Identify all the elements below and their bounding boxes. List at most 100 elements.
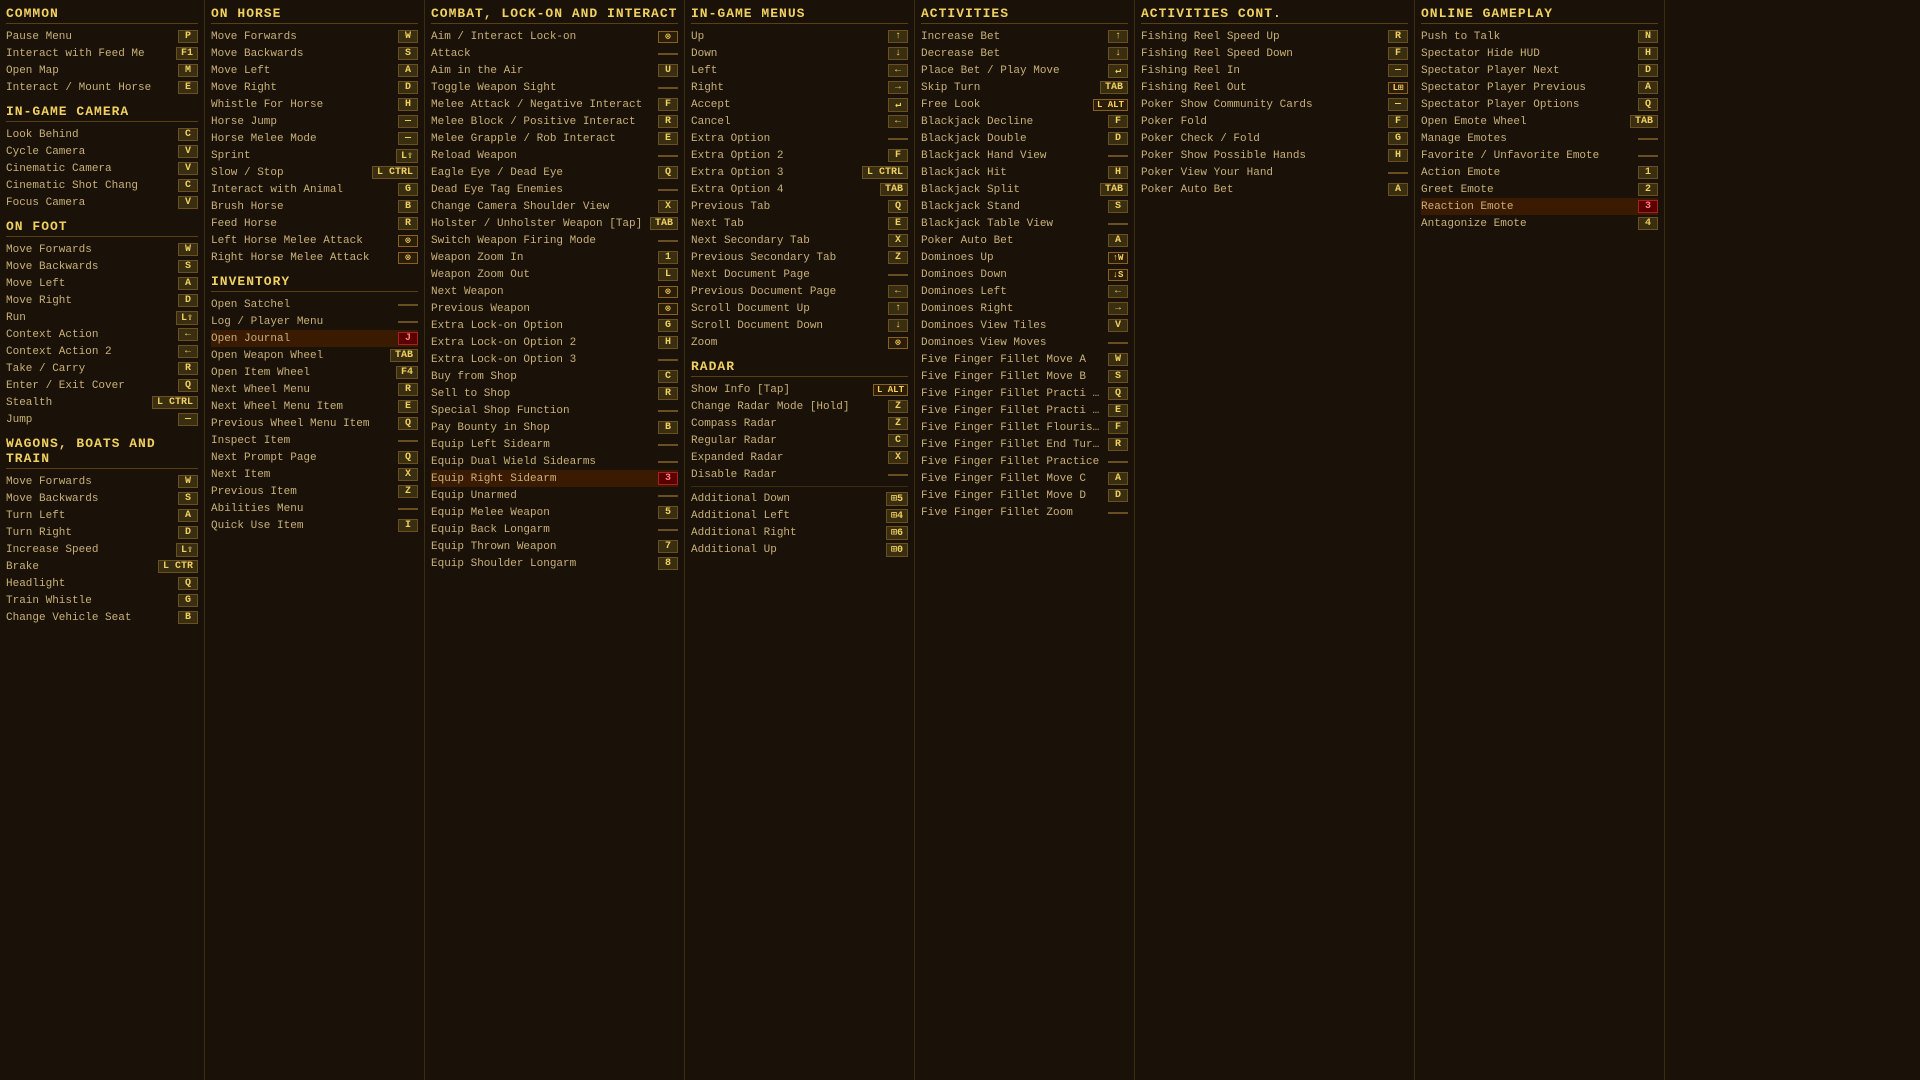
list-item: Open Emote Wheel TAB bbox=[1421, 113, 1658, 130]
list-item: Cinematic Camera V bbox=[6, 160, 198, 177]
list-item: Five Finger Fillet Practi Left Q bbox=[921, 385, 1128, 402]
list-item: Move Right D bbox=[6, 292, 198, 309]
list-item: Place Bet / Play Move ↵ bbox=[921, 62, 1128, 79]
header-ingame-menus: In-Game Menus bbox=[691, 6, 908, 24]
list-item: Slow / Stop L CTRL bbox=[211, 164, 418, 181]
list-item: Equip Dual Wield Sidearms bbox=[431, 453, 678, 470]
list-item: Next Wheel Menu R bbox=[211, 381, 418, 398]
header-activities: Activities bbox=[921, 6, 1128, 24]
column-online: Online Gameplay Push to Talk N Spectator… bbox=[1415, 0, 1665, 1080]
list-item: Five Finger Fillet Move B S bbox=[921, 368, 1128, 385]
list-item: Equip Thrown Weapon 7 bbox=[431, 538, 678, 555]
list-item: Equip Right Sidearm 3 bbox=[431, 470, 678, 487]
list-item: Five Finger Fillet End Turn/At R bbox=[921, 436, 1128, 453]
list-item: Focus Camera V bbox=[6, 194, 198, 211]
list-item: Previous Tab Q bbox=[691, 198, 908, 215]
list-item: Melee Attack / Negative Interact F bbox=[431, 96, 678, 113]
list-item: Dominoes Right → bbox=[921, 300, 1128, 317]
list-item: Turn Left A bbox=[6, 507, 198, 524]
list-item: Skip Turn TAB bbox=[921, 79, 1128, 96]
list-item: Manage Emotes bbox=[1421, 130, 1658, 147]
list-item: Next Wheel Menu Item E bbox=[211, 398, 418, 415]
list-item: Dominoes Up ↑W bbox=[921, 249, 1128, 266]
list-item: Special Shop Function bbox=[431, 402, 678, 419]
header-on-foot: On Foot bbox=[6, 219, 198, 237]
list-item: Take / Carry R bbox=[6, 360, 198, 377]
list-item: Compass Radar Z bbox=[691, 415, 908, 432]
list-item: Change Radar Mode [Hold] Z bbox=[691, 398, 908, 415]
list-item: Open Weapon Wheel TAB bbox=[211, 347, 418, 364]
list-item: Spectator Hide HUD H bbox=[1421, 45, 1658, 62]
list-item: Attack bbox=[431, 45, 678, 62]
header-combat: Combat, Lock-On and Interact bbox=[431, 6, 678, 24]
list-item: Jump — bbox=[6, 411, 198, 428]
list-item: Next Weapon ⊙ bbox=[431, 283, 678, 300]
list-item: Next Document Page bbox=[691, 266, 908, 283]
list-item: Dominoes Down ↓S bbox=[921, 266, 1128, 283]
list-item: Additional Down ⊞5 bbox=[691, 490, 908, 507]
list-item: Equip Shoulder Longarm 8 bbox=[431, 555, 678, 572]
list-item: Disable Radar bbox=[691, 466, 908, 483]
column-activities: Activities Increase Bet ↑ Decrease Bet ↓… bbox=[915, 0, 1135, 1080]
list-item: Zoom ⊙ bbox=[691, 334, 908, 351]
list-item: Blackjack Stand S bbox=[921, 198, 1128, 215]
list-item: Previous Secondary Tab Z bbox=[691, 249, 908, 266]
list-item: Dominoes View Tiles V bbox=[921, 317, 1128, 334]
list-item: Extra Lock-on Option 3 bbox=[431, 351, 678, 368]
list-item: Regular Radar C bbox=[691, 432, 908, 449]
list-item: Previous Item Z bbox=[211, 483, 418, 500]
list-item: Melee Grapple / Rob Interact E bbox=[431, 130, 678, 147]
list-item: Open Journal J bbox=[211, 330, 418, 347]
list-item: Pay Bounty in Shop B bbox=[431, 419, 678, 436]
list-item: Move Left A bbox=[211, 62, 418, 79]
list-item: Poker Show Community Cards — bbox=[1141, 96, 1408, 113]
list-item: Reload Weapon bbox=[431, 147, 678, 164]
list-item: Log / Player Menu bbox=[211, 313, 418, 330]
list-item: Horse Jump — bbox=[211, 113, 418, 130]
header-wagons: Wagons, Boats and Train bbox=[6, 436, 198, 469]
list-item: Sprint L⇧ bbox=[211, 147, 418, 164]
list-item: Context Action 2 ← bbox=[6, 343, 198, 360]
column-fishing: Activities cont. Fishing Reel Speed Up R… bbox=[1135, 0, 1415, 1080]
list-item: Move Forwards W bbox=[211, 28, 418, 45]
list-item: Extra Lock-on Option G bbox=[431, 317, 678, 334]
list-item: Increase Speed L⇧ bbox=[6, 541, 198, 558]
list-item: Antagonize Emote 4 bbox=[1421, 215, 1658, 232]
list-item: Left Horse Melee Attack ⊙ bbox=[211, 232, 418, 249]
column-menus: In-Game Menus Up ↑ Down ↓ Left ← Right →… bbox=[685, 0, 915, 1080]
list-item: Equip Unarmed bbox=[431, 487, 678, 504]
header-common: Common bbox=[6, 6, 198, 24]
list-item: Headlight Q bbox=[6, 575, 198, 592]
list-item: Fishing Reel Speed Down F bbox=[1141, 45, 1408, 62]
list-item: Poker Auto Bet A bbox=[921, 232, 1128, 249]
list-item: Right Horse Melee Attack ⊙ bbox=[211, 249, 418, 266]
list-item: Interact with Animal G bbox=[211, 181, 418, 198]
list-item: Dominoes Left ← bbox=[921, 283, 1128, 300]
list-item: Move Right D bbox=[211, 79, 418, 96]
list-item: Change Camera Shoulder View X bbox=[431, 198, 678, 215]
list-item: Weapon Zoom In 1 bbox=[431, 249, 678, 266]
list-item: Extra Option 2 F bbox=[691, 147, 908, 164]
list-item: Feed Horse R bbox=[211, 215, 418, 232]
list-item: Interact with Feed Me F1 bbox=[6, 45, 198, 62]
list-item: Five Finger Fillet Move A W bbox=[921, 351, 1128, 368]
list-item: Whistle For Horse H bbox=[211, 96, 418, 113]
list-item: Next Item X bbox=[211, 466, 418, 483]
list-item: Buy from Shop C bbox=[431, 368, 678, 385]
list-item: Move Backwards S bbox=[211, 45, 418, 62]
list-item: Accept ↵ bbox=[691, 96, 908, 113]
list-item: Spectator Player Next D bbox=[1421, 62, 1658, 79]
list-item: Spectator Player Previous A bbox=[1421, 79, 1658, 96]
list-item: Scroll Document Up ↑ bbox=[691, 300, 908, 317]
list-item: Cancel ← bbox=[691, 113, 908, 130]
list-item: Move Backwards S bbox=[6, 258, 198, 275]
list-item: Brake L CTR bbox=[6, 558, 198, 575]
list-item: Five Finger Fillet Practice bbox=[921, 453, 1128, 470]
list-item: Equip Back Longarm bbox=[431, 521, 678, 538]
list-item: Sell to Shop R bbox=[431, 385, 678, 402]
list-item: Equip Left Sidearm bbox=[431, 436, 678, 453]
list-item: Blackjack Hand View bbox=[921, 147, 1128, 164]
list-item: Decrease Bet ↓ bbox=[921, 45, 1128, 62]
list-item: Poker Show Possible Hands H bbox=[1141, 147, 1408, 164]
list-item: Poker Auto Bet A bbox=[1141, 181, 1408, 198]
